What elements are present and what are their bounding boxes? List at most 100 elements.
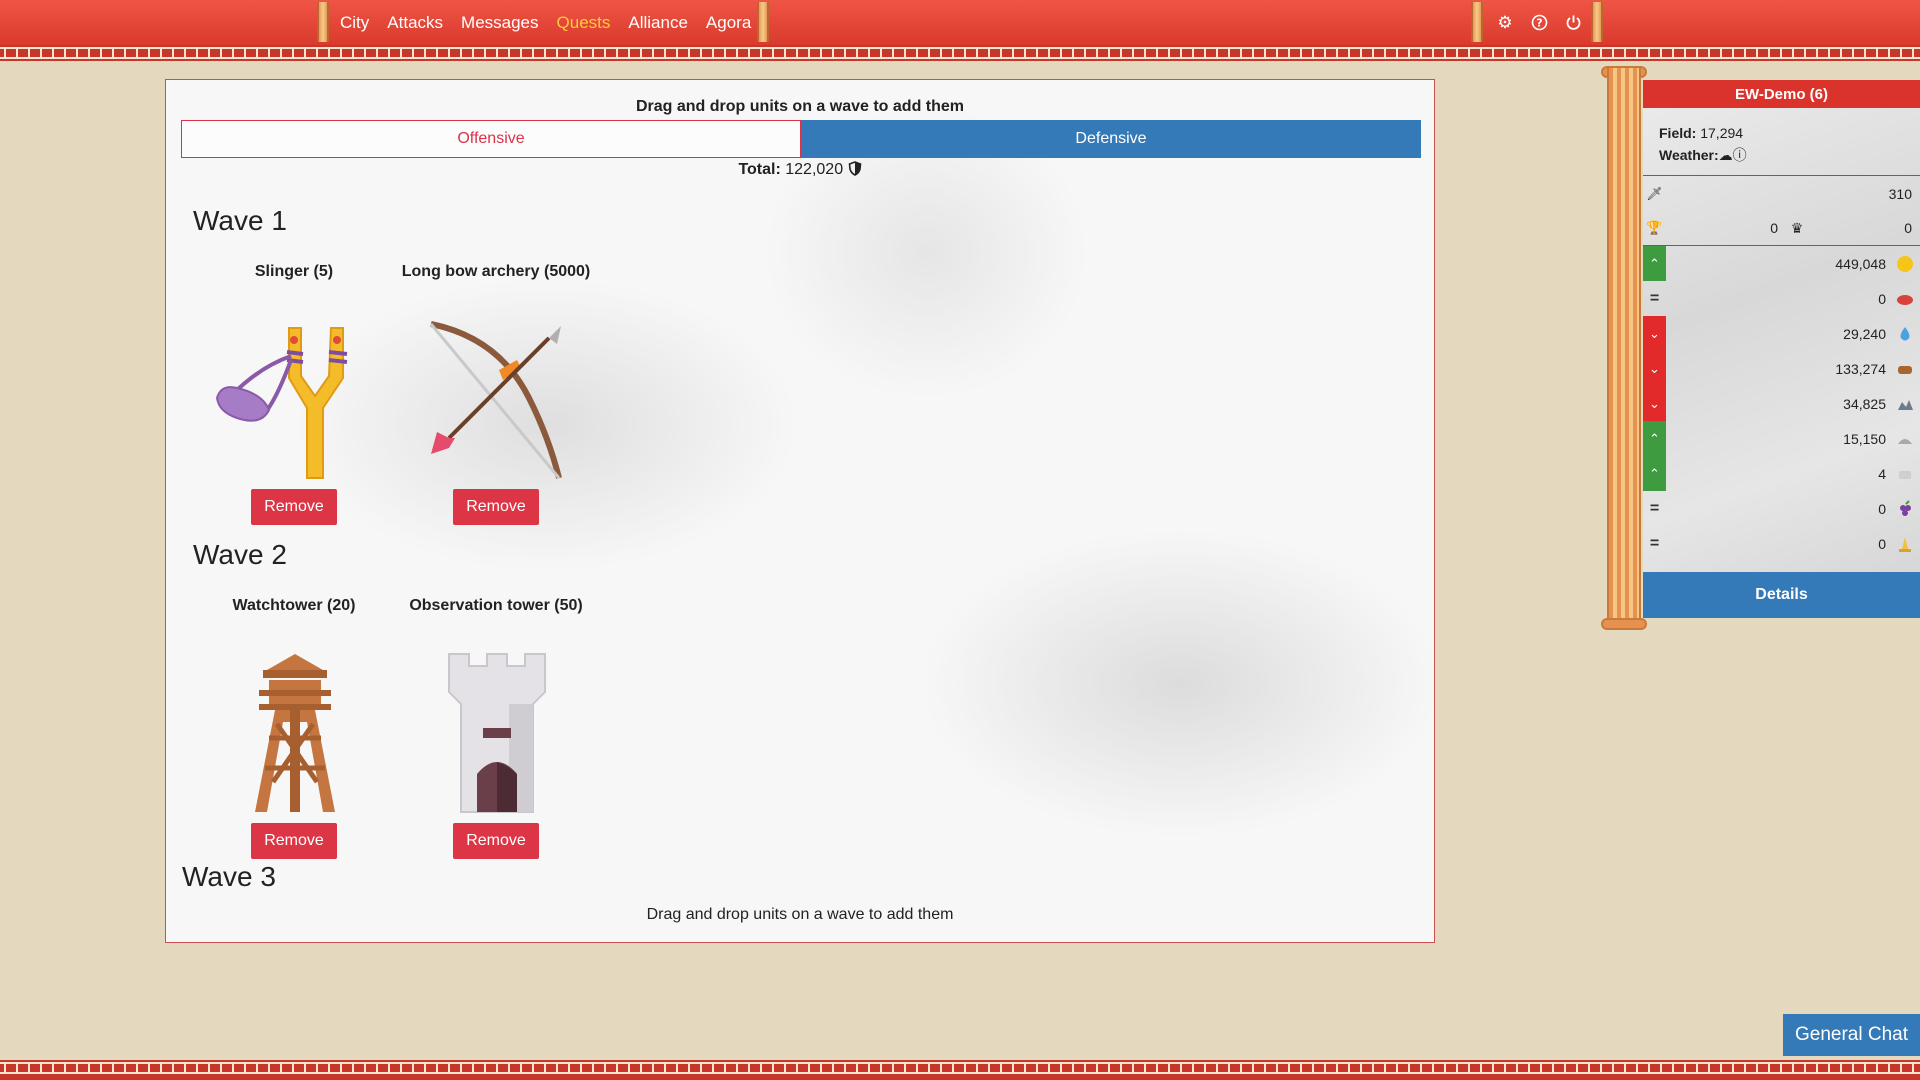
attack-value: 310 [1888,185,1912,202]
remove-button[interactable]: Remove [453,489,539,525]
remove-button[interactable]: Remove [453,823,539,859]
water-value: 29,240 [1843,325,1886,342]
main-nav: City Attacks Messages Quests Alliance Ag… [340,0,751,45]
grapes-icon [1894,498,1916,520]
wave-3-drop-zone[interactable]: Drag and drop units on a wave to add the… [166,906,1434,924]
nav-alliance[interactable]: Alliance [628,13,688,33]
total-value: 122,020 [785,161,844,178]
nav-messages[interactable]: Messages [461,13,538,33]
resource-row-marble: ⌃ 4 [1643,456,1920,491]
meat-value: 0 [1878,290,1886,307]
shield-icon [848,161,862,178]
pillar-cap-bottom [1601,618,1647,630]
unit-name: Slinger (5) [254,263,334,280]
details-button[interactable]: Details [1643,572,1920,618]
resource-row-grapes: = 0 [1643,491,1920,526]
trend-up-icon: ⌃ [1643,246,1666,281]
city-sidebar: EW-Demo (6) Field: 17,294 Weather:☁ⓘ 🗡 3… [1643,80,1920,618]
wave-editor-panel: Drag and drop units on a wave to add the… [165,79,1435,943]
field-value: 17,294 [1700,125,1744,141]
greek-border-bottom [0,1060,1920,1080]
nav-column-left-2 [1471,2,1483,42]
trend-down-icon: ⌄ [1643,316,1666,351]
resource-row-gold: ⌃ 449,048 [1643,246,1920,281]
weather-label: Weather: [1659,147,1719,163]
unit-card-long-bow-archery[interactable]: Long bow archery (5000) Remove [396,260,596,525]
tab-offensive[interactable]: Offensive [181,120,801,158]
remove-button[interactable]: Remove [251,489,337,525]
trend-up-icon: ⌃ [1643,421,1666,456]
trophy-row: 🏆 0 ♛ 0 [1643,211,1920,246]
iron-icon [1894,428,1916,450]
tab-defensive[interactable]: Defensive [801,120,1421,158]
gold-value: 449,048 [1835,255,1886,272]
nav-column-left [317,2,329,42]
marble-icon [1894,463,1916,485]
watchtower-icon [207,642,382,817]
crown-icon: ♛ [1790,219,1804,236]
weather-help-icon[interactable]: ⓘ [1733,147,1747,163]
resource-row-iron: ⌃ 15,150 [1643,421,1920,456]
trend-equal-icon: = [1649,534,1660,552]
city-name[interactable]: EW-Demo (6) [1643,80,1920,108]
iron-value: 15,150 [1843,430,1886,447]
sword-icon: 🗡 [1646,185,1663,201]
faith-icon [1894,533,1916,555]
power-icon[interactable] [1563,13,1583,33]
meat-icon [1894,288,1916,310]
resource-row-water: ⌄ 29,240 [1643,316,1920,351]
slinger-icon [207,308,382,483]
wood-icon [1894,358,1916,380]
stone-icon [1894,393,1916,415]
unit-name: Watchtower (20) [232,597,356,614]
wave-3-title: Wave 3 [182,861,276,892]
unit-card-watchtower[interactable]: Watchtower (20) Remove [194,594,394,859]
general-chat-button[interactable]: General Chat [1783,1014,1920,1056]
trend-equal-icon: = [1649,289,1660,307]
wave-1-title: Wave 1 [193,205,287,236]
nav-quests[interactable]: Quests [557,13,611,33]
panel-title: Drag and drop units on a wave to add the… [635,98,965,115]
city-info: Field: 17,294 Weather:☁ⓘ [1643,108,1920,176]
trophy-icon: 🏆 [1646,220,1663,235]
total-line: Total: 122,020 [166,161,1434,179]
gold-icon [1894,253,1916,275]
resource-row-meat: = 0 [1643,281,1920,316]
field-label: Field: [1659,125,1697,141]
unit-card-slinger[interactable]: Slinger (5) Remove [194,260,394,525]
help-icon[interactable]: ? [1529,13,1549,33]
gear-icon[interactable]: ⚙ [1495,13,1515,33]
water-icon [1894,323,1916,345]
resource-row-faith: = 0 [1643,526,1920,561]
nav-agora[interactable]: Agora [706,13,751,33]
stone-value: 34,825 [1843,395,1886,412]
greek-border-top [0,45,1920,61]
nav-icons: ⚙ ? [1495,0,1583,45]
wave-2-title: Wave 2 [193,539,287,570]
nav-column-right [757,2,769,42]
nav-attacks[interactable]: Attacks [387,13,443,33]
trend-down-icon: ⌄ [1643,386,1666,421]
top-bar [0,0,1920,45]
observation-tower-icon [409,642,584,817]
bow-and-arrow-icon [409,308,584,483]
resource-row-stone: ⌄ 34,825 [1643,386,1920,421]
trophy-value: 0 [1770,220,1778,236]
trend-up-icon: ⌃ [1643,456,1666,491]
total-label: Total: [738,161,781,178]
trend-equal-icon: = [1649,499,1660,517]
attack-row: 🗡 310 [1643,176,1920,211]
nav-city[interactable]: City [340,13,369,33]
svg-text:?: ? [1536,17,1542,30]
marble-value: 4 [1878,465,1886,482]
unit-card-observation-tower[interactable]: Observation tower (50) Remove [396,594,596,859]
trend-down-icon: ⌄ [1643,351,1666,386]
grapes-value: 0 [1878,500,1886,517]
faith-value: 0 [1878,535,1886,552]
unit-name: Long bow archery (5000) [401,263,591,280]
wood-value: 133,274 [1835,360,1886,377]
nav-column-right-2 [1591,2,1603,42]
decorative-pillar [1607,68,1641,630]
remove-button[interactable]: Remove [251,823,337,859]
resource-row-wood: ⌄ 133,274 [1643,351,1920,386]
